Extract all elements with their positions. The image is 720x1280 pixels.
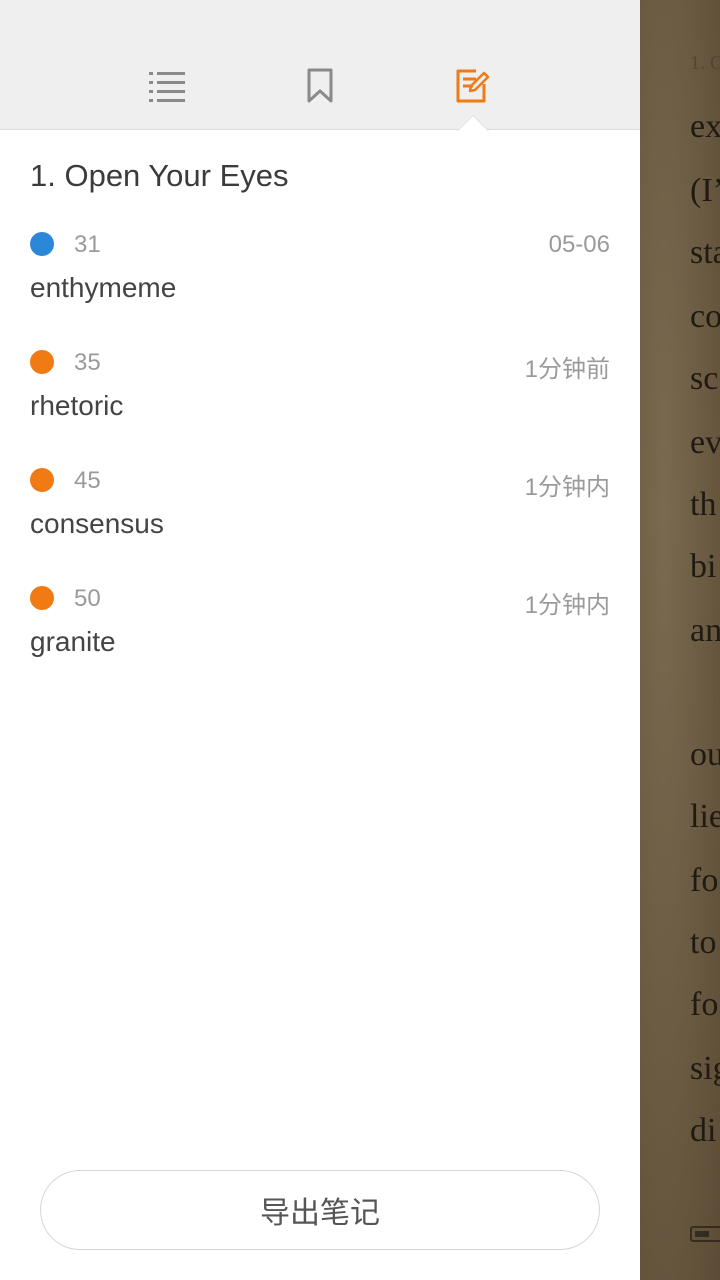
battery-icon (690, 1226, 720, 1242)
highlight-color-dot (30, 232, 54, 256)
note-text: enthymeme (30, 272, 177, 303)
panel-tab-bar (0, 0, 640, 130)
note-timestamp: 1分钟前 (524, 356, 610, 383)
chapter-title: 1. Open Your Eyes (30, 158, 289, 193)
tab-table-of-contents[interactable] (145, 64, 189, 108)
reader-text-line: an (690, 612, 720, 649)
highlight-color-dot (30, 350, 54, 374)
note-text: rhetoric (30, 390, 124, 421)
note-text: consensus (30, 508, 164, 539)
note-item[interactable]: 45 1分钟内 consensus (0, 467, 640, 586)
reader-text-line: ex (690, 108, 720, 145)
reader-text-line: fo (690, 862, 719, 899)
note-text: granite (30, 626, 116, 657)
note-timestamp: 1分钟内 (524, 592, 610, 619)
note-page-number: 50 (74, 585, 101, 612)
export-notes-button[interactable]: 导出笔记 (40, 1170, 600, 1250)
reader-text-line: to (690, 924, 717, 961)
tab-notes[interactable] (450, 64, 494, 108)
highlight-color-dot (30, 468, 54, 492)
reader-background-page[interactable]: 1. O ex (I’ sta co sc ev th bi an ou lie… (640, 0, 720, 1280)
active-tab-indicator (458, 116, 488, 131)
note-item[interactable]: 35 1分钟前 rhetoric (0, 349, 640, 468)
reader-text-line: lie (690, 798, 720, 835)
reader-text-line: ou (690, 736, 720, 773)
note-page-number: 31 (74, 231, 101, 258)
edit-note-icon (456, 69, 490, 103)
list-icon (149, 72, 185, 102)
note-page-number: 35 (74, 349, 101, 376)
reader-text-line: ev (690, 424, 720, 461)
reader-text-line: fo (690, 986, 719, 1023)
reader-text-line: (I’ (690, 172, 720, 209)
note-timestamp: 05-06 (548, 231, 610, 258)
reader-text-line: bi (690, 548, 717, 585)
notes-side-panel: 1. Open Your Eyes 31 05-06 enthymeme 35 … (0, 0, 640, 1280)
bookmark-icon (307, 68, 333, 103)
reader-text-line: di (690, 1112, 717, 1149)
tab-bookmarks[interactable] (298, 64, 342, 108)
note-item[interactable]: 31 05-06 enthymeme (0, 231, 640, 350)
note-timestamp: 1分钟内 (524, 474, 610, 501)
reader-chapter-marker: 1. O (690, 52, 720, 74)
reader-text-line: sc (690, 360, 719, 397)
reader-text-line: sta (690, 234, 720, 271)
reader-text-line: co (690, 298, 720, 335)
note-item[interactable]: 50 1分钟内 granite (0, 585, 640, 704)
note-page-number: 45 (74, 467, 101, 494)
reader-text-line: sig (690, 1050, 720, 1087)
reader-text-line: th (690, 486, 717, 523)
highlight-color-dot (30, 586, 54, 610)
